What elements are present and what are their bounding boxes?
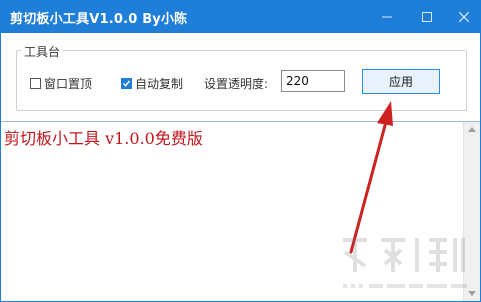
watermark-logo [337, 232, 475, 298]
maximize-icon [422, 12, 432, 22]
opacity-label: 设置透明度: [204, 77, 269, 91]
clipboard-content: 剪切板小工具 v1.0.0免费版 [4, 129, 203, 148]
opacity-input[interactable] [281, 70, 345, 92]
group-label: 工具台 [21, 43, 64, 60]
checkbox-checked-icon[interactable] [121, 78, 132, 89]
apply-button[interactable]: 应用 [362, 69, 440, 94]
maximize-button[interactable] [409, 1, 445, 33]
tool-panel: 工具台 窗口置顶 自动复制 设置透明度: 应用 [1, 33, 480, 121]
close-button[interactable] [446, 1, 481, 33]
minimize-button[interactable] [369, 1, 405, 33]
pin-window-label: 窗口置顶 [44, 77, 93, 91]
scroll-up-icon[interactable] [468, 127, 476, 132]
minimize-icon [382, 16, 392, 18]
close-icon [459, 12, 469, 22]
pin-window-checkbox[interactable]: 窗口置顶 [30, 75, 92, 92]
auto-copy-label: 自动复制 [135, 77, 184, 91]
title-bar[interactable]: 剪切板小工具V1.0.0 By小陈 [1, 1, 480, 33]
window-title: 剪切板小工具V1.0.0 By小陈 [10, 12, 188, 27]
auto-copy-checkbox[interactable]: 自动复制 [121, 75, 183, 92]
checkbox-unchecked-icon[interactable] [30, 78, 41, 89]
